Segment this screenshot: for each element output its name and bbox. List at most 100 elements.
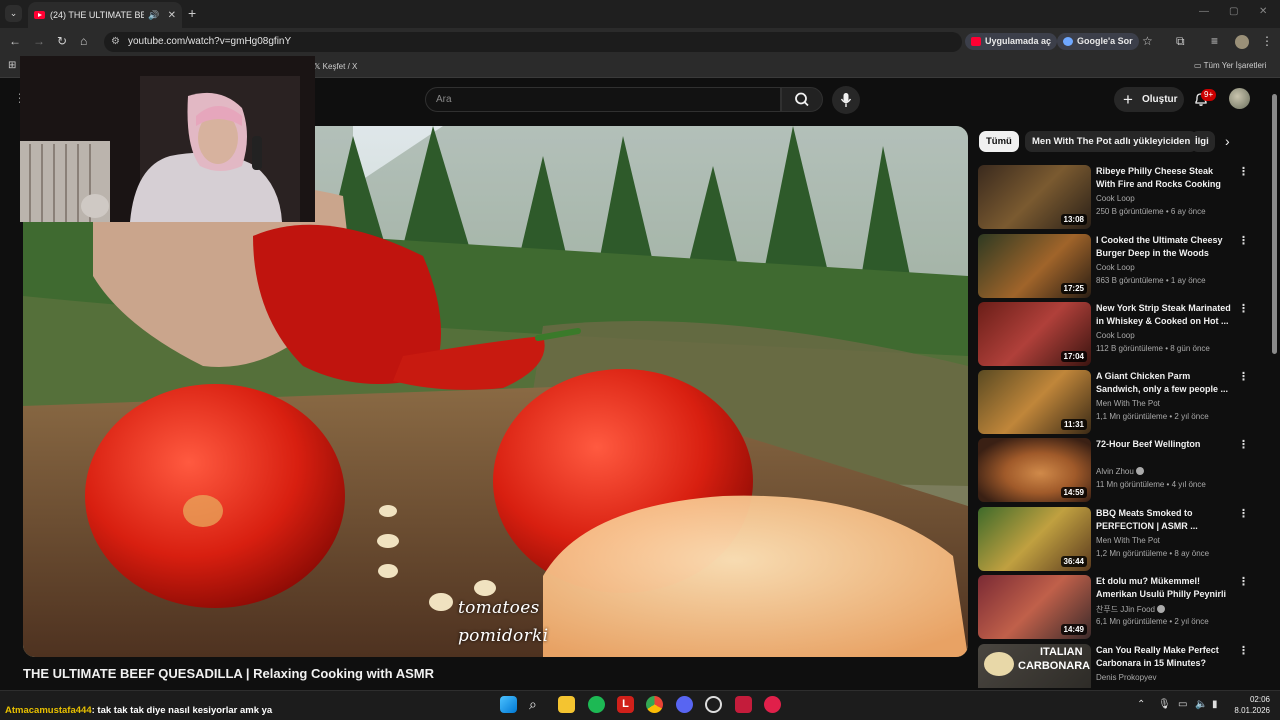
back-icon[interactable]: ←: [9, 34, 21, 48]
recommendation-title[interactable]: BBQ Meats Smoked to PERFECTION | ASMR ..…: [1096, 507, 1233, 533]
speaker-icon[interactable]: 🔊: [148, 10, 159, 21]
more-actions-icon[interactable]: ⋮: [1238, 302, 1249, 315]
browser-tab[interactable]: (24) THE ULTIMATE BEEF Q 🔊 ✕: [28, 2, 182, 28]
chips-next-chevron-icon[interactable]: ›: [1225, 133, 1230, 149]
more-actions-icon[interactable]: ⋮: [1238, 507, 1249, 520]
channel-name[interactable]: Men With The Pot: [1096, 399, 1160, 408]
video-thumbnail[interactable]: ITALIAN CARBONARA: [978, 644, 1091, 688]
open-in-app-label: Uygulamada aç: [985, 36, 1052, 46]
x-logo-icon: 𝕏: [314, 62, 323, 71]
bookmark-star-icon[interactable]: ☆: [1142, 34, 1153, 48]
more-actions-icon[interactable]: ⋮: [1238, 165, 1249, 178]
channel-name[interactable]: Men With The Pot: [1096, 536, 1160, 545]
chrome-icon[interactable]: [646, 696, 663, 713]
profile-avatar[interactable]: [1235, 35, 1249, 49]
recommendation-item[interactable]: 14:49 Et dolu mu? Mükemmel! Amerikan Usu…: [978, 575, 1249, 639]
channel-name[interactable]: Alvin Zhou: [1096, 467, 1144, 476]
recommendation-title[interactable]: Ribeye Philly Cheese Steak With Fire and…: [1096, 165, 1233, 191]
app-red-icon[interactable]: [735, 696, 752, 713]
tab-search-button[interactable]: ⌄: [5, 5, 22, 22]
video-thumbnail[interactable]: 13:08: [978, 165, 1091, 229]
youtube-app-icon: [971, 37, 981, 46]
discord-icon[interactable]: [676, 696, 693, 713]
channel-name[interactable]: Cook Loop: [1096, 263, 1135, 272]
recommendation-item[interactable]: ITALIAN CARBONARA Can You Really Make Pe…: [978, 644, 1248, 688]
ask-google-button[interactable]: Google'a Sor: [1057, 33, 1139, 50]
battery-icon[interactable]: ▮: [1212, 699, 1218, 710]
chip-uploader[interactable]: Men With The Pot adlı yükleyiciden: [1025, 131, 1198, 152]
chat-username: Atmacamustafa444: [5, 705, 92, 716]
recommendation-item[interactable]: 36:44 BBQ Meats Smoked to PERFECTION | A…: [978, 507, 1249, 571]
file-explorer-icon[interactable]: [558, 696, 575, 713]
app-circle-icon[interactable]: [705, 696, 722, 713]
recommendation-title[interactable]: A Giant Chicken Parm Sandwich, only a fe…: [1096, 370, 1233, 396]
more-actions-icon[interactable]: ⋮: [1238, 438, 1249, 451]
address-bar[interactable]: ⚙ youtube.com/watch?v=gmHg08gfinY: [104, 32, 962, 52]
reload-icon[interactable]: ↻: [57, 34, 67, 48]
tray-mic-icon[interactable]: 🎙: [1158, 699, 1171, 710]
create-button[interactable]: + Oluştur: [1114, 87, 1184, 112]
recommendation-title[interactable]: Et dolu mu? Mükemmel! Amerikan Usulü Phi…: [1096, 575, 1233, 601]
video-thumbnail[interactable]: 17:04: [978, 302, 1091, 366]
recommendation-title[interactable]: I Cooked the Ultimate Cheesy Burger Deep…: [1096, 234, 1233, 260]
home-icon[interactable]: ⌂: [80, 34, 87, 48]
video-thumbnail[interactable]: 36:44: [978, 507, 1091, 571]
more-actions-icon[interactable]: ⋮: [1238, 575, 1249, 588]
system-clock[interactable]: 02:06 8.01.2026: [1230, 694, 1270, 716]
search-icon: [795, 92, 809, 107]
volume-icon[interactable]: 🔈: [1195, 699, 1207, 710]
search-input[interactable]: Ara: [425, 87, 781, 112]
apps-grid-icon[interactable]: ⊞: [8, 60, 16, 71]
video-thumbnail[interactable]: 14:59: [978, 438, 1091, 502]
bookmark-explore[interactable]: 𝕏 Keşfet / X: [314, 62, 357, 71]
window-close-icon[interactable]: ✕: [1259, 6, 1267, 17]
video-thumbnail[interactable]: 14:49: [978, 575, 1091, 639]
recommendation-title[interactable]: New York Strip Steak Marinated in Whiske…: [1096, 302, 1233, 328]
recommendation-title[interactable]: 72-Hour Beef Wellington: [1096, 438, 1233, 451]
more-actions-icon[interactable]: ⋮: [1238, 370, 1249, 383]
chip-all[interactable]: Tümü: [979, 131, 1019, 152]
site-info-icon[interactable]: ⚙: [111, 32, 120, 52]
app-pink-icon[interactable]: [764, 696, 781, 713]
recommendation-item[interactable]: 17:25 I Cooked the Ultimate Cheesy Burge…: [978, 234, 1249, 298]
new-tab-button[interactable]: +: [188, 5, 196, 21]
tray-overflow-icon[interactable]: ⌃: [1137, 699, 1145, 710]
recommendation-title[interactable]: Can You Really Make Perfect Carbonara in…: [1096, 644, 1233, 670]
chip-related[interactable]: İlgi: [1191, 131, 1215, 152]
search-button[interactable]: [781, 87, 823, 112]
network-icon[interactable]: ▭: [1178, 699, 1187, 710]
recommendation-item[interactable]: 13:08 Ribeye Philly Cheese Steak With Fi…: [978, 165, 1249, 229]
account-avatar[interactable]: [1229, 88, 1250, 109]
extensions-icon[interactable]: ⧉: [1176, 34, 1185, 49]
forward-icon[interactable]: →: [33, 34, 45, 48]
windows-start-icon[interactable]: [500, 696, 517, 713]
video-thumbnail[interactable]: 17:25: [978, 234, 1091, 298]
browser-menu-icon[interactable]: ⋮: [1261, 34, 1273, 48]
media-control-icon[interactable]: ≡: [1211, 34, 1218, 48]
channel-name[interactable]: Denis Prokopyev: [1096, 673, 1156, 682]
minimize-icon[interactable]: —: [1199, 6, 1209, 17]
channel-name[interactable]: 찬푸드 JJin Food: [1096, 604, 1165, 615]
maximize-icon[interactable]: ▢: [1229, 6, 1238, 17]
open-in-app-button[interactable]: Uygulamada aç: [965, 33, 1058, 50]
duration-badge: 17:25: [1060, 283, 1087, 294]
spotify-icon[interactable]: [588, 696, 605, 713]
all-bookmarks[interactable]: ▭ Tüm Yer İşaretleri: [1194, 61, 1266, 70]
more-actions-icon[interactable]: ⋮: [1238, 234, 1249, 247]
thumbnail-text: ITALIAN: [1040, 646, 1083, 658]
notification-badge: 9+: [1201, 89, 1217, 101]
recommendation-item[interactable]: 17:04 New York Strip Steak Marinated in …: [978, 302, 1249, 366]
voice-search-button[interactable]: [832, 86, 860, 114]
recommendation-item[interactable]: 14:59 72-Hour Beef Wellington Alvin Zhou…: [978, 438, 1249, 502]
page-scrollbar[interactable]: [1272, 94, 1277, 354]
recommendation-item[interactable]: 11:31 A Giant Chicken Parm Sandwich, onl…: [978, 370, 1249, 434]
more-actions-icon[interactable]: ⋮: [1238, 644, 1248, 657]
url-text: youtube.com/watch?v=gmHg08gfinY: [128, 36, 292, 47]
verified-badge-icon: [1157, 605, 1165, 613]
channel-name[interactable]: Cook Loop: [1096, 194, 1135, 203]
app-l-icon[interactable]: L: [617, 696, 634, 713]
close-tab-icon[interactable]: ✕: [168, 10, 176, 21]
search-taskbar-icon[interactable]: ⌕: [529, 696, 546, 713]
channel-name[interactable]: Cook Loop: [1096, 331, 1135, 340]
video-thumbnail[interactable]: 11:31: [978, 370, 1091, 434]
